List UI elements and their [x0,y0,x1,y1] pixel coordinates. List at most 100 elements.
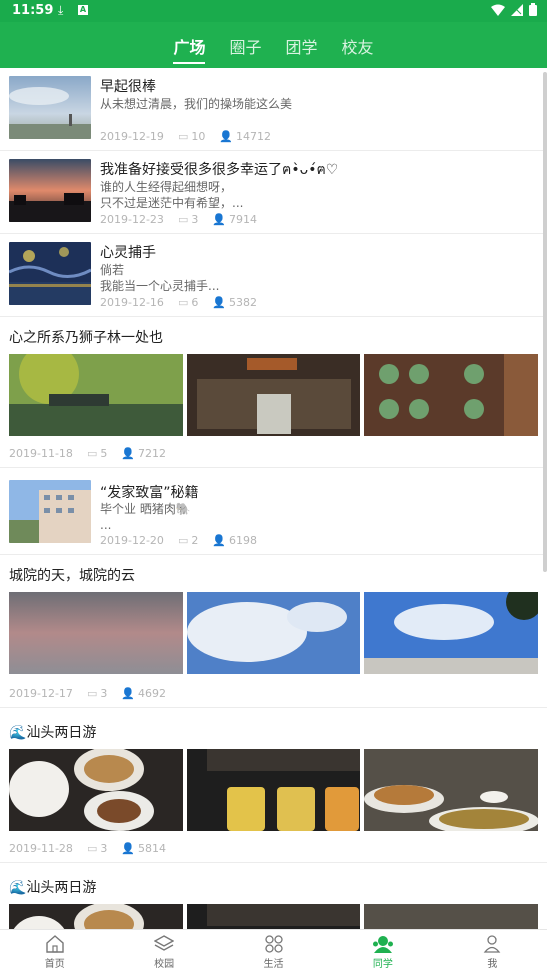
post-summary: 毕个业 晒猪肉🐘... [100,502,191,532]
views-icon: 👤 [121,842,136,855]
post-summary: 从未想过清晨，我们的操场能这么美 [100,97,293,111]
post-date: 2019-12-23 [100,213,164,226]
tab-league[interactable]: 团学 [286,34,318,64]
post-item[interactable]: 早起很棒 从未想过清晨，我们的操场能这么美 2019-12-19 ▭ 10 👤 14… [0,68,547,151]
post-date: 2019-11-18 [9,447,73,460]
comment-icon: ▭ [86,447,98,460]
post-title: “发家致富”秘籍 [100,485,199,501]
post-title: 我准备好接受很多很多幸运了ฅ•̀ᴗ•́ฅ♡ [100,162,339,178]
wifi-icon [491,4,505,16]
post-item[interactable]: 心灵捕手 倘若 我能当一个心灵捕手... 2019-12-16 ▭ 6 👤 5382 [0,234,547,317]
signal-icon [511,3,523,16]
view-count: 4692 [138,687,167,700]
post-thumbnail [9,76,91,139]
post-item[interactable]: 心之所系乃狮子林一处也 2019-11-18 ▭ 5 👤 7212 [0,317,547,468]
post-image[interactable] [9,749,183,831]
post-date: 2019-12-19 [100,130,164,143]
post-item[interactable]: 城院的天，城院的云 2019-12-17 ▭ 3 👤 4692 [0,555,547,708]
post-image[interactable] [186,904,361,930]
view-count: 5382 [229,296,258,309]
nav-me[interactable]: 我 [438,930,547,974]
post-item[interactable]: 我准备好接受很多很多幸运了ฅ•̀ᴗ•́ฅ♡ 谁的人生经得起细想呀， 只不过是迷茫中… [0,151,547,234]
view-count: 5814 [138,842,167,855]
tab-alumni[interactable]: 校友 [342,34,374,64]
nav-campus-label: 校园 [154,958,175,970]
comment-count: 5 [100,447,108,460]
nav-life-label: 生活 [263,958,284,970]
tab-square[interactable]: 广场 [173,34,206,64]
post-date: 2019-12-16 [100,296,164,309]
post-image-grid [9,904,539,930]
post-image[interactable] [186,354,361,436]
nav-classmates[interactable]: 同学 [328,930,437,974]
comment-count: 3 [100,842,108,855]
post-meta: 2019-12-20 ▭ 2 👤 6198 [100,534,257,547]
comment-icon: ▭ [177,213,189,226]
views-icon: 👤 [212,296,227,309]
comment-count: 10 [191,130,206,143]
post-title: 心之所系乃狮子林一处也 [9,330,163,346]
a-icon: A [78,5,88,15]
post-thumbnail [9,480,91,543]
download-icon: ⤓ [58,3,64,17]
status-time: 11:59 [12,3,54,18]
bottom-navigation: 首页 校园 生活 同学 我 [0,929,547,974]
post-image[interactable] [364,749,539,831]
post-image[interactable] [364,592,539,674]
post-item[interactable]: 🌊汕头两日游 2019-11-28 ▭ 3 👤 5814 [0,708,547,863]
post-image-grid [9,592,539,674]
post-image[interactable] [9,354,183,436]
post-date: 2019-12-20 [100,534,164,547]
views-icon: 👤 [121,447,136,460]
comment-icon: ▭ [177,296,189,309]
post-image[interactable] [186,749,361,831]
battery-icon [529,3,537,16]
scrollbar[interactable] [543,72,547,572]
nav-life[interactable]: 生活 [219,930,328,974]
views-icon: 👤 [121,687,136,700]
comment-icon: ▭ [177,534,189,547]
post-meta: 2019-11-18 ▭ 5 👤 7212 [9,447,166,460]
post-summary: 谁的人生经得起细想呀， 只不过是迷茫中有希望，... [100,180,244,210]
comment-icon: ▭ [86,687,98,700]
view-count: 7212 [138,447,167,460]
post-image[interactable] [186,592,361,674]
post-image-grid [9,749,539,831]
nav-home[interactable]: 首页 [0,930,109,974]
post-meta: 2019-12-16 ▭ 6 👤 5382 [100,296,257,309]
post-image[interactable] [364,904,539,930]
layers-icon [154,934,175,951]
post-item[interactable]: “发家致富”秘籍 毕个业 晒猪肉🐘... 2019-12-20 ▭ 2 👤 6198 [0,468,547,555]
comment-count: 3 [191,213,199,226]
post-image[interactable] [9,592,183,674]
post-date: 2019-12-17 [9,687,73,700]
top-tabs: 广场 圈子 团学 校友 [0,34,547,64]
nav-campus[interactable]: 校园 [109,930,218,974]
status-bar: 11:59 ⤓ A [0,0,547,22]
tab-circles[interactable]: 圈子 [229,34,261,64]
views-icon: 👤 [212,213,227,226]
view-count: 6198 [229,534,258,547]
view-count: 14712 [236,130,272,143]
post-image[interactable] [9,904,183,930]
views-icon: 👤 [212,534,227,547]
post-thumbnail [9,159,91,222]
post-meta: 2019-12-19 ▭ 10 👤 14712 [100,130,271,143]
comment-icon: ▭ [177,130,189,143]
view-count: 7914 [229,213,258,226]
nav-home-label: 首页 [44,958,65,970]
post-summary: 倘若 我能当一个心灵捕手... [100,263,220,293]
post-feed[interactable]: 早起很棒 从未想过清晨，我们的操场能这么美 2019-12-19 ▭ 10 👤 14… [0,68,547,930]
post-thumbnail [9,242,91,305]
post-image[interactable] [364,354,539,436]
post-date: 2019-11-28 [9,842,73,855]
post-title: 城院的天，城院的云 [9,568,135,584]
post-meta: 2019-12-23 ▭ 3 👤 7914 [100,213,257,226]
classmates-icon [372,935,393,953]
comment-icon: ▭ [86,842,98,855]
grid-icon [264,934,283,953]
top-app-bar: 广场 圈子 团学 校友 [0,22,547,68]
views-icon: 👤 [219,130,234,143]
home-icon [46,934,64,953]
post-item[interactable]: 🌊汕头两日游 [0,863,547,930]
